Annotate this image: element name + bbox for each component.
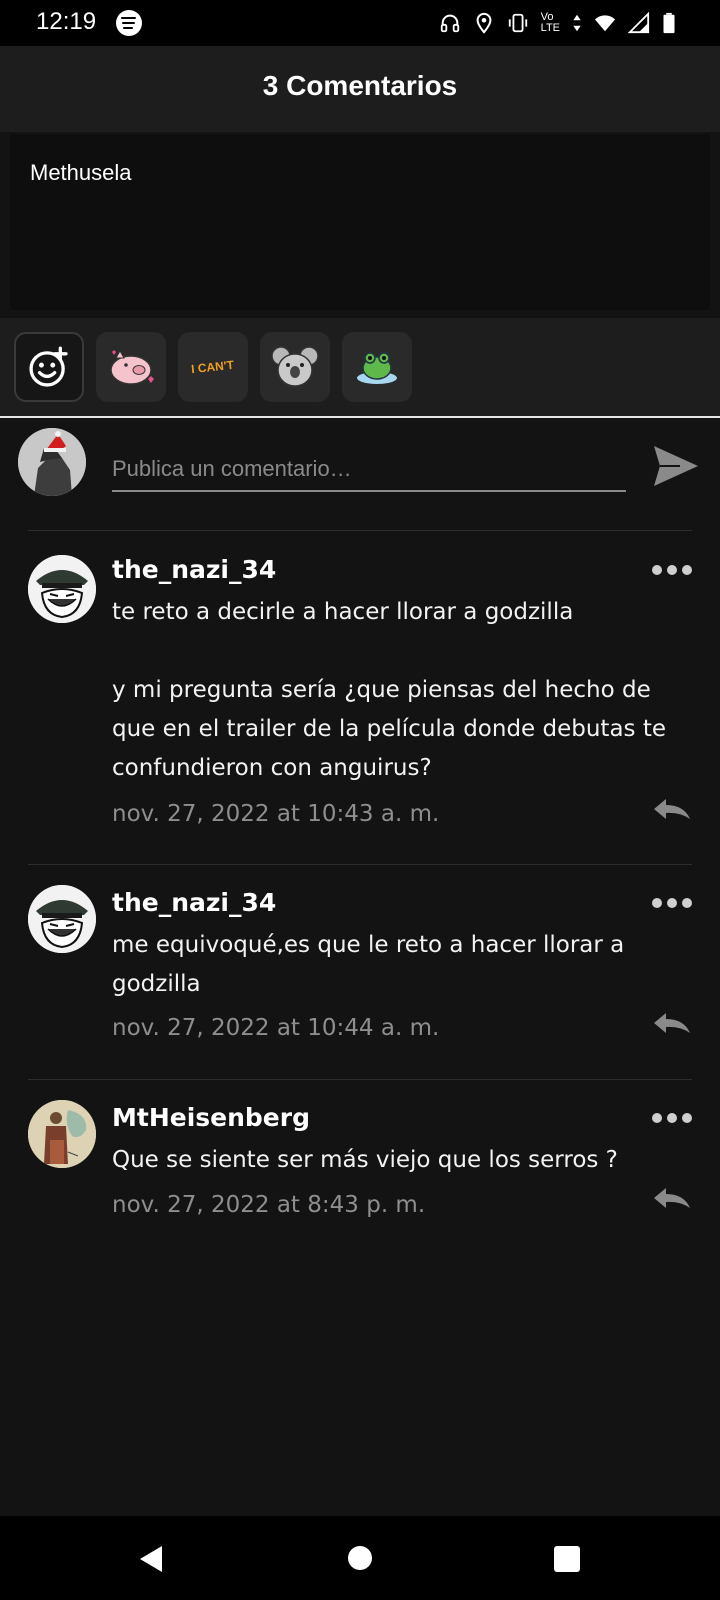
dot-icon [652,565,662,575]
pig-sticker[interactable] [96,332,166,402]
commenter-avatar[interactable] [28,555,96,623]
comment-item: MtHeisenberg Que se siente ser más viejo… [0,1080,720,1260]
reply-button[interactable] [652,797,692,823]
dot-icon [667,898,677,908]
dot-icon [667,565,677,575]
more-options-button[interactable] [652,560,692,580]
sticker-bar: I CAN'T [0,318,720,418]
comment-body: Que se siente ser más viejo que los serr… [112,1147,618,1173]
spotify-icon [116,10,142,36]
frog-sticker[interactable] [342,332,412,402]
topic-box: Methusela [10,134,710,310]
svg-text:I CAN'T: I CAN'T [191,358,236,376]
reply-icon [654,1013,690,1033]
dot-icon [667,1113,677,1123]
comment-body: te reto a decirle a hacer llorar a godzi… [112,599,667,781]
reply-button[interactable] [652,1011,692,1037]
data-arrows-icon [572,12,582,34]
send-icon [654,446,698,486]
dot-icon [682,1113,692,1123]
current-user-avatar [18,428,86,496]
comment-username[interactable]: MtHeisenberg [112,1103,310,1132]
add-emoji-button[interactable] [14,332,84,402]
comment-username[interactable]: the_nazi_34 [112,555,276,584]
comment-date: nov. 27, 2022 at 10:43 a. m. [112,801,440,827]
koala-sticker-icon [271,346,319,387]
recent-apps-icon[interactable] [554,1546,580,1572]
volte-bottom-label: LTE [540,22,560,34]
headphones-icon [439,12,461,34]
status-time: 12:19 [36,8,97,35]
location-icon [473,12,495,34]
signal-icon [627,11,650,34]
dot-icon [682,898,692,908]
volte-icon: Vo LTE [541,12,560,34]
page-title: 3 Comentarios [262,70,458,101]
home-icon[interactable] [348,1546,372,1570]
more-options-button[interactable] [652,1108,692,1128]
comment-username[interactable]: the_nazi_34 [112,888,276,917]
reply-button[interactable] [652,1186,692,1212]
compose-bar [0,418,720,530]
more-options-button[interactable] [652,893,692,913]
reply-icon [654,1188,690,1208]
dot-icon [652,898,662,908]
pig-sticker-icon [110,349,154,385]
commenter-avatar[interactable] [28,1100,96,1168]
dot-icon [652,1113,662,1123]
back-icon[interactable] [138,1544,164,1574]
i-cant-sticker-icon: I CAN'T [191,358,236,376]
dot-icon [682,565,692,575]
topic-title: Methusela [30,160,132,185]
vibrate-icon [507,12,529,34]
comment-date: nov. 27, 2022 at 8:43 p. m. [112,1192,426,1218]
add-emoji-icon [29,346,68,387]
comment-date: nov. 27, 2022 at 10:44 a. m. [112,1015,440,1041]
comment-body: me equivoqué,es que le reto a hacer llor… [112,932,625,997]
comments-header: 3 Comentarios [0,46,720,132]
status-bar: 12:19 Vo LTE [0,0,720,46]
wifi-icon [594,12,616,34]
frog-sticker-icon [357,352,397,384]
reply-icon [654,799,690,819]
comment-item: the_nazi_34 me equivoqué,es que le reto … [0,865,720,1079]
battery-icon [662,12,676,34]
comment-item: the_nazi_34 te reto a decirle a hacer ll… [0,531,720,864]
koala-sticker[interactable] [260,332,330,402]
commenter-avatar[interactable] [28,885,96,953]
system-nav-bar [0,1516,720,1600]
comment-input[interactable] [112,448,626,492]
send-button[interactable] [650,440,702,492]
i-cant-sticker[interactable]: I CAN'T [178,332,248,402]
